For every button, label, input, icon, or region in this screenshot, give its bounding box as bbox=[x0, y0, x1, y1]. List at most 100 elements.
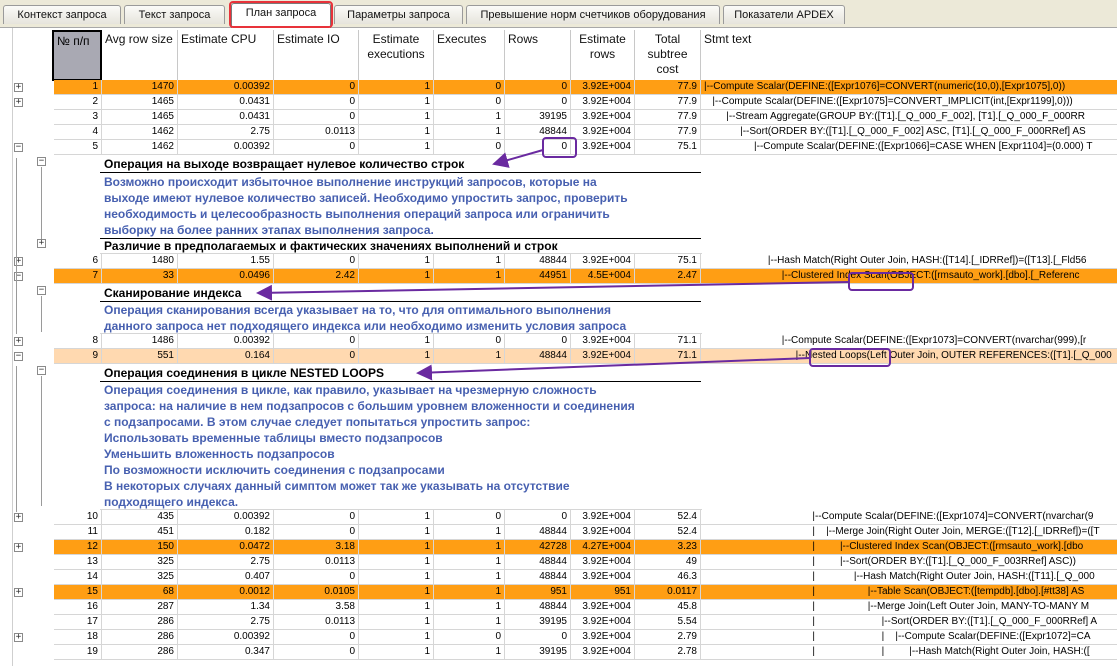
detail-index-scan-line: Операция сканирования всегда указывает н… bbox=[104, 303, 612, 317]
cell-stmt-text: | |--Clustered Index Scan(OBJECT:([rmsau… bbox=[701, 540, 1117, 555]
detail-zero-rows-divider bbox=[100, 172, 701, 173]
row-expand-toggle[interactable]: + bbox=[14, 83, 23, 92]
cell-rows: 48844 bbox=[505, 525, 571, 540]
cell-estimate-cpu: 2.75 bbox=[178, 125, 274, 140]
tab-query-context[interactable]: Контекст запроса bbox=[3, 5, 121, 24]
column-header-executes[interactable]: Executes bbox=[434, 30, 505, 81]
cell-total-subtree-cost: 0.0117 bbox=[635, 585, 701, 600]
cell-avg-row-size: 68 bbox=[102, 585, 178, 600]
cell-avg-row-size: 150 bbox=[102, 540, 178, 555]
table-row[interactable]: 2 1465 0.0431 0 1 0 0 3.92E+004 77.9 |--Compute … bbox=[0, 95, 1117, 110]
cell-estimate-io: 0.0113 bbox=[274, 615, 359, 630]
table-row[interactable]: 12 150 0.0472 3.18 1 1 42728 4.27E+004 3.23 | |-… bbox=[0, 540, 1117, 555]
tab-bar: Контекст запроса Текст запроса План запр… bbox=[0, 0, 1117, 28]
tree-guide-lines bbox=[41, 296, 42, 332]
cell-estimate-executions: 1 bbox=[359, 110, 434, 125]
cell-estimate-io: 0 bbox=[274, 80, 359, 95]
cell-estimate-io: 3.18 bbox=[274, 540, 359, 555]
cell-rows: 48844 bbox=[505, 349, 571, 364]
row-expand-toggle[interactable]: − bbox=[14, 352, 23, 361]
cell-stmt-text: | |--Sort(ORDER BY:([T1].[_Q_000_F_000RR… bbox=[701, 615, 1117, 630]
cell-total-subtree-cost: 2.79 bbox=[635, 630, 701, 645]
cell-estimate-executions: 1 bbox=[359, 555, 434, 570]
cell-executes: 0 bbox=[434, 140, 505, 155]
row-expand-toggle[interactable]: + bbox=[14, 98, 23, 107]
column-header-stmt-text[interactable]: Stmt text bbox=[701, 30, 1117, 81]
tree-toggle-detail-nested-loops[interactable]: − bbox=[37, 366, 46, 375]
table-row[interactable]: 13 325 2.75 0.0113 1 1 48844 3.92E+004 49 | |--S… bbox=[0, 555, 1117, 570]
cell-executes: 1 bbox=[434, 269, 505, 284]
row-expand-toggle[interactable]: + bbox=[14, 337, 23, 346]
cell-estimate-io: 0 bbox=[274, 110, 359, 125]
detail-index-scan-body: Операция сканирования всегда указывает н… bbox=[104, 302, 700, 334]
row-expand-toggle[interactable]: − bbox=[14, 143, 23, 152]
table-row[interactable]: 11 451 0.182 0 1 1 48844 3.92E+004 52.4 | |--Mer… bbox=[0, 525, 1117, 540]
table-row[interactable]: 17 286 2.75 0.0113 1 1 39195 3.92E+004 5.54 | |-… bbox=[0, 615, 1117, 630]
cell-stmt-text: | |--Merge Join(Left Outer Join, MANY-TO… bbox=[701, 600, 1117, 615]
tree-toggle-detail-zero-rows[interactable]: − bbox=[37, 157, 46, 166]
column-header-avg-row-size[interactable]: Avg row size bbox=[102, 30, 178, 81]
detail-nested-loops-line: Операция соединения в цикле, как правило… bbox=[104, 383, 597, 397]
cell-avg-row-size: 1465 bbox=[102, 95, 178, 110]
row-expand-toggle[interactable]: + bbox=[14, 588, 23, 597]
cell-avg-row-size: 1480 bbox=[102, 254, 178, 269]
cell-total-subtree-cost: 52.4 bbox=[635, 525, 701, 540]
column-header-estimate-io[interactable]: Estimate IO bbox=[274, 30, 359, 81]
table-row[interactable]: 6 1480 1.55 0 1 1 48844 3.92E+004 75.1 |--Hash M… bbox=[0, 254, 1117, 269]
cell-executes: 1 bbox=[434, 585, 505, 600]
column-header-estimate-rows[interactable]: Estimate rows bbox=[571, 30, 635, 81]
cell-total-subtree-cost: 77.9 bbox=[635, 110, 701, 125]
tab-query-text[interactable]: Текст запроса bbox=[124, 5, 225, 24]
table-row[interactable]: 3 1465 0.0431 0 1 1 39195 3.92E+004 77.9 |--Stre… bbox=[0, 110, 1117, 125]
table-row[interactable]: 7 33 0.0496 2.42 1 1 44951 4.5E+004 2.47 |--Clus… bbox=[0, 269, 1117, 284]
row-expand-toggle[interactable]: + bbox=[14, 543, 23, 552]
cell-estimate-cpu: 0.00392 bbox=[178, 630, 274, 645]
table-row[interactable]: 8 1486 0.00392 0 1 0 0 3.92E+004 71.1 |--Compute… bbox=[0, 334, 1117, 349]
cell-estimate-rows: 3.92E+004 bbox=[571, 525, 635, 540]
tab-apdex[interactable]: Показатели APDEX bbox=[723, 5, 845, 24]
cell-num: 14 bbox=[54, 570, 102, 585]
cell-estimate-executions: 1 bbox=[359, 525, 434, 540]
table-row[interactable]: 19 286 0.347 0 1 1 39195 3.92E+004 2.78 | | |--H… bbox=[0, 645, 1117, 660]
cell-estimate-rows: 3.92E+004 bbox=[571, 334, 635, 349]
table-row[interactable]: 15 68 0.0012 0.0105 1 1 951 951 0.0117 | |--Tabl… bbox=[0, 585, 1117, 600]
column-header-estimate-executions[interactable]: Estimate executions bbox=[359, 30, 434, 81]
tab-query-params[interactable]: Параметры запроса bbox=[334, 5, 463, 24]
cell-stmt-text: |--Compute Scalar(DEFINE:([Expr1076]=CON… bbox=[701, 80, 1117, 95]
cell-rows: 48844 bbox=[505, 254, 571, 269]
tree-guide-lines bbox=[41, 376, 42, 506]
cell-estimate-executions: 1 bbox=[359, 585, 434, 600]
cell-estimate-executions: 1 bbox=[359, 630, 434, 645]
column-header-total-subtree-cost[interactable]: Total subtree cost bbox=[635, 30, 701, 81]
cell-total-subtree-cost: 75.1 bbox=[635, 140, 701, 155]
tree-toggle-detail-index-scan[interactable]: − bbox=[37, 286, 46, 295]
table-row[interactable]: 1 1470 0.00392 0 1 0 0 3.92E+004 77.9 |--Compute … bbox=[0, 80, 1117, 95]
cell-total-subtree-cost: 49 bbox=[635, 555, 701, 570]
column-header-estimate-cpu[interactable]: Estimate CPU bbox=[178, 30, 274, 81]
cell-stmt-text: |--Compute Scalar(DEFINE:([Expr1074]=CON… bbox=[701, 510, 1117, 525]
row-expand-toggle[interactable]: + bbox=[14, 633, 23, 642]
column-header-rows[interactable]: Rows bbox=[505, 30, 571, 81]
table-row[interactable]: 18 286 0.00392 0 1 0 0 3.92E+004 2.79 | | |--Com… bbox=[0, 630, 1117, 645]
table-row[interactable]: 5 1462 0.00392 0 1 0 0 3.92E+004 75.1 |--Compute… bbox=[0, 140, 1117, 155]
tree-toggle-detail-mismatch[interactable]: + bbox=[37, 239, 46, 248]
table-row[interactable]: 10 435 0.00392 0 1 0 0 3.92E+004 52.4 |--Compute… bbox=[0, 510, 1117, 525]
cell-rows: 48844 bbox=[505, 600, 571, 615]
cell-executes: 1 bbox=[434, 349, 505, 364]
cell-estimate-cpu: 0.0012 bbox=[178, 585, 274, 600]
cell-stmt-text: | |--Merge Join(Right Outer Join, MERGE:… bbox=[701, 525, 1117, 540]
cell-estimate-rows: 951 bbox=[571, 585, 635, 600]
table-row[interactable]: 16 287 1.34 3.58 1 1 48844 3.92E+004 45.8 | |--M… bbox=[0, 600, 1117, 615]
column-header-num[interactable]: № п/п bbox=[52, 30, 102, 81]
cell-executes: 0 bbox=[434, 95, 505, 110]
cell-avg-row-size: 1470 bbox=[102, 80, 178, 95]
tab-hardware-counters[interactable]: Превышение норм счетчиков оборудования bbox=[466, 5, 720, 24]
table-row[interactable]: 14 325 0.407 0 1 1 48844 3.92E+004 46.3 | |--Has… bbox=[0, 570, 1117, 585]
table-row[interactable]: 4 1462 2.75 0.0113 1 1 48844 3.92E+004 77.9 |--S… bbox=[0, 125, 1117, 140]
row-expand-toggle[interactable]: + bbox=[14, 513, 23, 522]
cell-avg-row-size: 287 bbox=[102, 600, 178, 615]
detail-nested-loops-line: Использовать временные таблицы вместо по… bbox=[104, 431, 443, 445]
cell-estimate-executions: 1 bbox=[359, 125, 434, 140]
table-row[interactable]: 9 551 0.164 0 1 1 48844 3.92E+004 71.1 |--Nested… bbox=[0, 349, 1117, 364]
cell-executes: 1 bbox=[434, 600, 505, 615]
